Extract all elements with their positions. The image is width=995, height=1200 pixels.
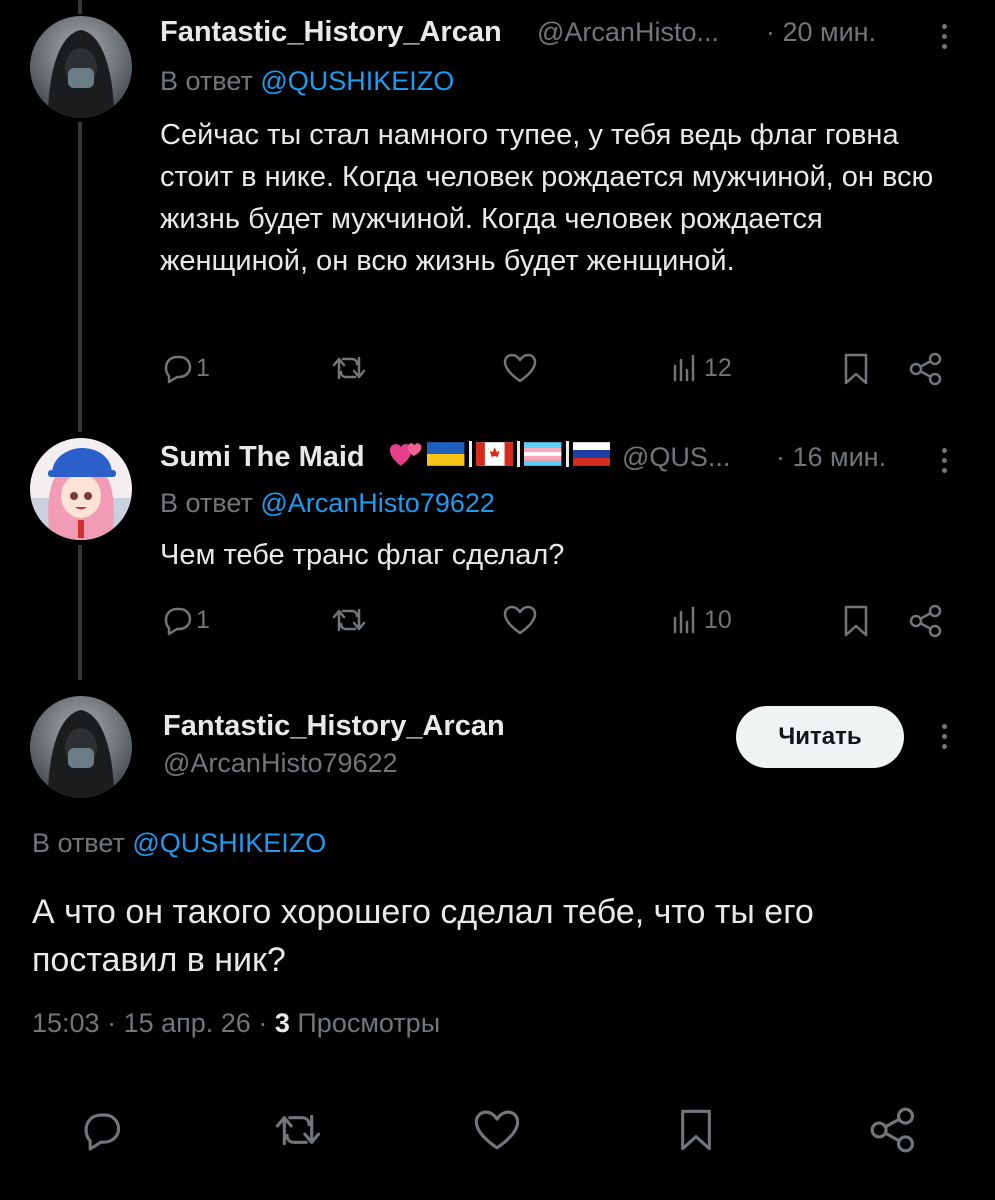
reply-context: В ответ @ArcanHisto79622 xyxy=(160,488,495,519)
tweet-time[interactable]: 15:03 xyxy=(32,1008,100,1038)
reply-button[interactable]: 1 xyxy=(160,352,210,384)
avatar[interactable] xyxy=(30,16,132,118)
tweet-text: Чем тебе транс флаг сделал? xyxy=(160,539,565,571)
mention-link[interactable]: @ArcanHisto79622 xyxy=(260,488,495,518)
views-count: 3 xyxy=(274,1008,290,1038)
reply-context: В ответ @QUSHIKEIZO xyxy=(160,66,454,97)
reply-button[interactable]: 1 xyxy=(160,604,210,636)
share-button[interactable] xyxy=(868,1106,918,1154)
tweet-date[interactable]: 15 апр. 26 xyxy=(124,1008,251,1038)
more-icon[interactable] xyxy=(940,448,948,478)
reply-icon xyxy=(164,355,192,384)
mention-link[interactable]: @QUSHIKEIZO xyxy=(132,828,326,858)
canada-flag-icon xyxy=(475,442,514,466)
views-button[interactable]: 12 xyxy=(670,352,732,384)
reply-prefix: В ответ xyxy=(160,488,253,518)
author-handle[interactable]: @ArcanHisto79622 xyxy=(163,748,398,779)
author-name[interactable]: Fantastic_History_Arcan xyxy=(163,710,505,743)
retweet-button[interactable] xyxy=(272,1108,324,1152)
avatar[interactable] xyxy=(30,696,132,798)
trans-flag-icon xyxy=(524,442,562,466)
views-count: 12 xyxy=(704,353,732,382)
name-emoji-flags xyxy=(388,436,610,472)
tweet-text: Сейчас ты стал намного тупее, у тебя вед… xyxy=(160,119,934,277)
views-icon xyxy=(673,606,695,634)
retweet-icon xyxy=(332,356,366,380)
timestamp[interactable]: · 16 мин. xyxy=(776,442,886,473)
follow-button[interactable]: Читать xyxy=(736,706,904,768)
like-button[interactable] xyxy=(502,352,538,384)
ukraine-flag-icon xyxy=(427,442,465,466)
bookmark-icon xyxy=(844,353,868,385)
bookmark-icon xyxy=(844,605,868,637)
author-name[interactable]: Sumi The Maid xyxy=(160,441,365,474)
tweet-meta: 15:03 · 15 апр. 26 · 3 Просмотры xyxy=(32,1008,441,1038)
reply-count: 1 xyxy=(196,353,210,382)
share-button[interactable] xyxy=(908,604,944,638)
reply-button[interactable] xyxy=(78,1108,124,1152)
views-label: Просмотры xyxy=(297,1008,441,1038)
reply-context: В ответ @QUSHIKEIZO xyxy=(32,828,326,859)
russia-flag-icon xyxy=(572,442,610,466)
share-icon xyxy=(909,352,942,386)
reply-prefix: В ответ xyxy=(32,828,125,858)
reply-prefix: В ответ xyxy=(160,66,253,96)
share-icon xyxy=(870,1107,915,1153)
like-button[interactable] xyxy=(472,1108,522,1152)
views-count: 10 xyxy=(704,605,732,634)
bookmark-button[interactable] xyxy=(676,1106,716,1154)
retweet-button[interactable] xyxy=(330,604,368,636)
reply-icon xyxy=(84,1113,121,1151)
like-icon xyxy=(503,353,537,383)
like-icon xyxy=(503,605,537,635)
reply-icon xyxy=(164,607,192,636)
tweet-text: А что он такого хорошего сделал тебе, чт… xyxy=(32,893,814,979)
more-icon[interactable] xyxy=(940,724,948,754)
author-handle[interactable]: @QUS... xyxy=(622,442,730,473)
like-icon xyxy=(474,1110,520,1150)
bookmark-button[interactable] xyxy=(841,352,871,386)
bookmark-button[interactable] xyxy=(841,604,871,638)
timestamp[interactable]: · 20 мин. xyxy=(766,17,876,48)
mention-link[interactable]: @QUSHIKEIZO xyxy=(260,66,454,96)
views-button[interactable]: 10 xyxy=(670,604,732,636)
share-button[interactable] xyxy=(908,352,944,386)
author-handle[interactable]: @ArcanHisto... xyxy=(537,17,719,48)
views-icon xyxy=(673,354,695,382)
heart-emoji-icon xyxy=(389,443,422,466)
retweet-icon xyxy=(275,1114,321,1146)
thread-line-top xyxy=(78,0,82,14)
retweet-icon xyxy=(332,608,366,632)
retweet-button[interactable] xyxy=(330,352,368,384)
thread-line xyxy=(78,545,82,680)
more-icon[interactable] xyxy=(940,24,948,54)
share-icon xyxy=(909,604,942,638)
reply-count: 1 xyxy=(196,605,210,634)
like-button[interactable] xyxy=(502,604,538,636)
author-name[interactable]: Fantastic_History_Arcan xyxy=(160,16,502,49)
avatar[interactable] xyxy=(30,438,132,540)
thread-line xyxy=(78,122,82,432)
bookmark-icon xyxy=(681,1109,711,1151)
